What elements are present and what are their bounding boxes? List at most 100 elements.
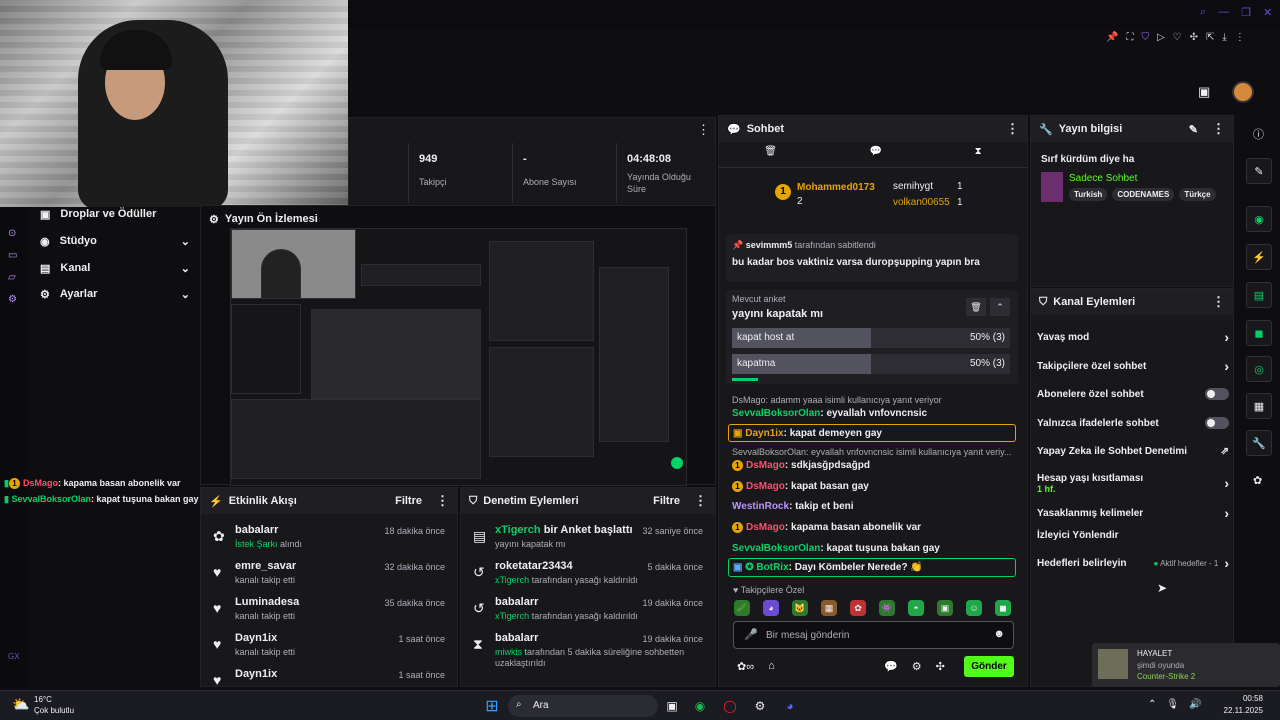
hourglass-icon[interactable]: ⧗: [975, 146, 982, 167]
poll-delete-button[interactable]: 🗑: [966, 298, 986, 316]
share-icon[interactable]: ⇱: [1206, 32, 1214, 43]
emote-smile[interactable]: ☺: [966, 600, 982, 616]
moderation-filter-button[interactable]: Filtre: [653, 495, 680, 507]
leader-name[interactable]: Mohammed0173: [797, 182, 875, 193]
action-account-age[interactable]: Hesap yaşı kısıtlaması 1 hf. ›: [1037, 471, 1229, 495]
shield-icon[interactable]: ⛉: [1141, 32, 1149, 43]
settings-icon[interactable]: ⋮: [1235, 32, 1245, 43]
emote-box[interactable]: ▦: [821, 600, 837, 616]
emote-alien[interactable]: 👾: [879, 600, 895, 616]
camera-icon[interactable]: ◉: [1246, 206, 1272, 232]
more-icon[interactable]: ⋮: [694, 493, 707, 509]
tag-chip[interactable]: Türkçe: [1179, 188, 1216, 201]
emote-ghost[interactable]: ◓: [908, 600, 924, 616]
emote-blob[interactable]: ◕: [763, 600, 779, 616]
volume-icon[interactable]: 🔊: [1189, 699, 1201, 710]
action-ai-moderation[interactable]: Yapay Zeka ile Sohbet Denetimi ⇗: [1037, 446, 1229, 457]
emote-frame[interactable]: ▣: [937, 600, 953, 616]
minimize-icon[interactable]: —: [1218, 6, 1229, 19]
camera-icon[interactable]: ▣: [1198, 84, 1210, 100]
action-goals[interactable]: Hedefleri belirleyin ● Aktif hedefler - 1…: [1037, 555, 1229, 571]
windows-start-icon[interactable]: ⊞: [482, 696, 502, 716]
store-icon[interactable]: ⌂: [768, 660, 775, 673]
more-icon[interactable]: ⋮: [1006, 121, 1019, 137]
weather-icon[interactable]: ⛅: [12, 696, 29, 713]
chat-user[interactable]: Dayn1ix: [745, 428, 783, 439]
poll-option[interactable]: kapat host at 50% (3): [732, 328, 1010, 348]
lightning-icon[interactable]: ⚡: [1246, 244, 1272, 270]
video-icon[interactable]: ▭: [8, 250, 17, 261]
puzzle-icon[interactable]: ✣: [1190, 32, 1198, 43]
task-view-icon[interactable]: ▣: [662, 696, 682, 716]
action-raid[interactable]: İzleyici Yönlendir: [1037, 530, 1229, 541]
puzzle-icon[interactable]: ✣: [936, 660, 945, 673]
mic-icon[interactable]: 🎙: [1166, 699, 1179, 710]
sidebar-item-settings[interactable]: ⚙ Ayarlar ⌄: [40, 288, 190, 301]
preview-screen[interactable]: [230, 228, 687, 486]
chat-user[interactable]: BotRix: [756, 562, 788, 573]
discord-icon[interactable]: ◕: [780, 696, 800, 716]
chat-user[interactable]: DsMago: [746, 460, 785, 471]
steam-icon[interactable]: ⚙: [750, 696, 770, 716]
gear-icon[interactable]: ⚙: [912, 660, 922, 673]
gear-icon[interactable]: ⚙: [8, 294, 17, 305]
send-button[interactable]: Gönder: [964, 656, 1014, 677]
users-icon[interactable]: ✿∞: [737, 660, 754, 673]
chat-user[interactable]: SevvalBoksorOlan: [732, 408, 820, 419]
emote-only-toggle[interactable]: [1205, 417, 1229, 429]
speech-icon[interactable]: 💬: [870, 146, 882, 167]
spotify-icon[interactable]: ◉: [690, 696, 710, 716]
close-icon[interactable]: ✕: [1263, 6, 1272, 19]
stats-dots-icon[interactable]: ⋮: [697, 122, 710, 138]
tag-chip[interactable]: Turkish: [1069, 188, 1108, 201]
opera-icon[interactable]: ◯: [720, 696, 740, 716]
sidebar-item-studio[interactable]: ◉ Stüdyo ⌄: [40, 235, 190, 248]
chat-bubble-icon[interactable]: ◼: [1246, 320, 1272, 346]
maximize-icon[interactable]: ❐: [1241, 6, 1251, 19]
edit-icon[interactable]: ✎: [1189, 123, 1198, 136]
action-followers-only[interactable]: Takipçilere özel sohbet ›: [1037, 358, 1229, 374]
emote-flower[interactable]: ✿: [850, 600, 866, 616]
pencil-icon[interactable]: ✎: [1246, 158, 1272, 184]
action-slow-mode[interactable]: Yavaş mod ›: [1037, 329, 1229, 345]
poll-option[interactable]: kapatma 50% (3): [732, 354, 1010, 374]
chat-user[interactable]: SevvalBoksorOlan: [732, 543, 820, 554]
play-icon[interactable]: ▷: [1157, 32, 1165, 43]
avatar[interactable]: [1232, 81, 1254, 103]
game-notification[interactable]: HAYALET şimdi oyunda Counter-Strike 2: [1092, 643, 1280, 687]
chat-user[interactable]: WestinRock: [732, 501, 789, 512]
emote-pickle[interactable]: 🥒: [734, 600, 750, 616]
action-banned-words[interactable]: Yasaklanmış kelimeler ›: [1037, 505, 1229, 521]
mic-icon[interactable]: 🎤: [744, 628, 758, 641]
chat-icon[interactable]: ▱: [8, 272, 16, 283]
crop-icon[interactable]: ⛶: [1126, 32, 1133, 43]
compass-icon[interactable]: ⊙: [8, 228, 16, 239]
share-icon[interactable]: ✿: [1253, 474, 1262, 487]
trash-icon[interactable]: 🗑: [764, 146, 777, 167]
pin-icon[interactable]: 📌: [1106, 32, 1118, 43]
leader-name[interactable]: semihygt: [893, 181, 933, 192]
sidebar-item-channel[interactable]: ▤ Kanal ⌄: [40, 262, 190, 275]
info-icon[interactable]: ⓘ: [1253, 126, 1264, 142]
more-icon[interactable]: ⋮: [1212, 294, 1225, 310]
search-icon[interactable]: ⌕: [1200, 6, 1206, 19]
emote-square[interactable]: ◼: [995, 600, 1011, 616]
chat-user[interactable]: DsMago: [746, 481, 785, 492]
emoji-icon[interactable]: ☻: [993, 628, 1005, 640]
heart-icon[interactable]: ♡: [1173, 32, 1182, 43]
emote-cat[interactable]: 🐱: [792, 600, 808, 616]
wrench-icon[interactable]: 🔧: [1246, 430, 1272, 456]
speech-icon[interactable]: 💬: [884, 660, 898, 673]
more-icon[interactable]: ⋮: [1212, 121, 1225, 137]
download-icon[interactable]: ⤓: [1222, 32, 1226, 43]
chat-user[interactable]: DsMago: [746, 522, 785, 533]
layout-icon[interactable]: ▦: [1246, 393, 1272, 419]
sidebar-item-drops[interactable]: ▣ Droplar ve Ödüller: [40, 208, 156, 221]
category-link[interactable]: Sadece Sohbet: [1069, 173, 1137, 184]
broadcast-icon[interactable]: ◎: [1246, 356, 1272, 382]
pinned-message[interactable]: 📌 sevimmm5 tarafından sabitlendi bu kada…: [726, 234, 1018, 282]
clock-time[interactable]: 00:58: [1219, 694, 1263, 703]
subscribers-only-toggle[interactable]: [1205, 388, 1229, 400]
document-icon[interactable]: ▤: [1246, 282, 1272, 308]
taskbar-search[interactable]: ⌕ Ara: [508, 695, 658, 717]
